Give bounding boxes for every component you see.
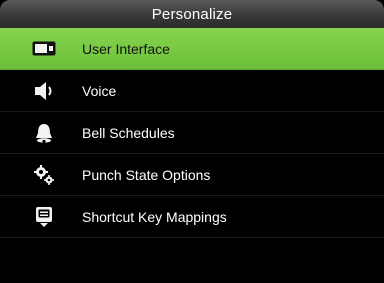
speaker-icon bbox=[32, 79, 56, 103]
menu-item-label: Shortcut Key Mappings bbox=[82, 208, 227, 225]
menu-item-punch-state-options[interactable]: Punch State Options bbox=[0, 154, 384, 196]
menu-item-label: User Interface bbox=[82, 40, 170, 57]
gears-icon bbox=[32, 163, 56, 187]
title-bar: Personalize bbox=[0, 0, 384, 28]
menu-item-label: Voice bbox=[82, 82, 117, 99]
device-screen: Personalize User Interface Voice Bell Sc… bbox=[0, 0, 384, 283]
menu-item-voice[interactable]: Voice bbox=[0, 70, 384, 112]
page-title: Personalize bbox=[151, 5, 233, 23]
menu-item-user-interface[interactable]: User Interface bbox=[0, 28, 384, 70]
menu-item-bell-schedules[interactable]: Bell Schedules bbox=[0, 112, 384, 154]
menu-item-shortcut-key-mappings[interactable]: Shortcut Key Mappings bbox=[0, 196, 384, 238]
display-icon bbox=[32, 37, 56, 61]
keyboard-key-icon bbox=[32, 205, 56, 229]
personalize-menu: User Interface Voice Bell Schedules Punc… bbox=[0, 28, 384, 238]
menu-item-label: Bell Schedules bbox=[82, 124, 175, 141]
bell-icon bbox=[32, 121, 56, 145]
menu-item-label: Punch State Options bbox=[82, 166, 211, 183]
